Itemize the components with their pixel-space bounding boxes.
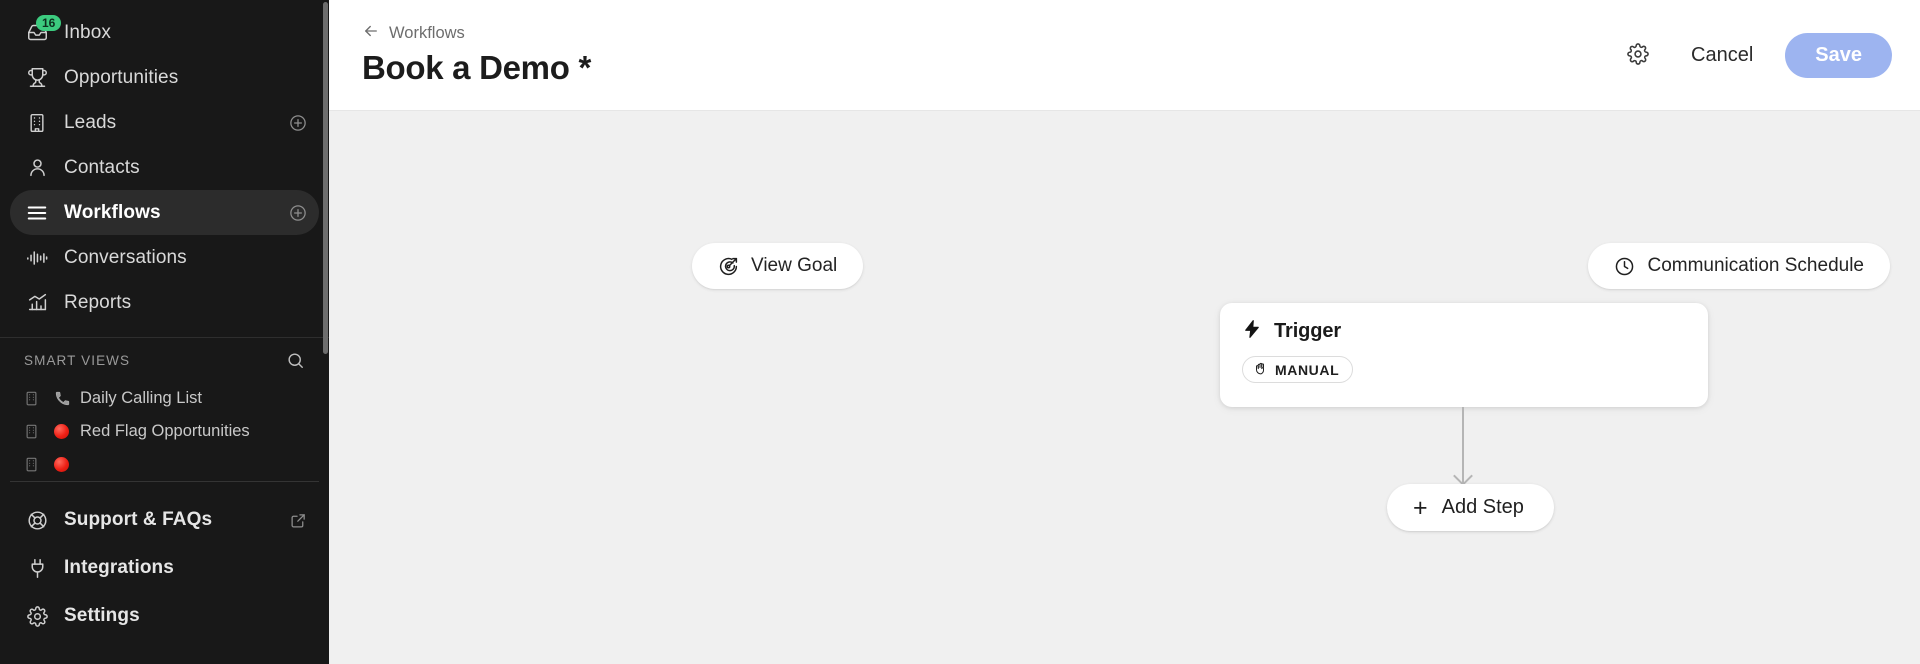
person-icon: [24, 155, 50, 181]
trigger-header: Trigger: [1242, 319, 1686, 344]
sidebar-secondary-nav: Support & FAQs Integrations Settings: [0, 482, 329, 640]
plug-icon: [24, 555, 50, 581]
save-button[interactable]: Save: [1785, 32, 1892, 78]
sidebar-item-label: Integrations: [64, 557, 174, 578]
waveform-icon: [24, 245, 50, 271]
bar-chart-icon: [24, 290, 50, 316]
gear-icon: [24, 603, 50, 629]
list-item[interactable]: [10, 448, 319, 481]
lifebuoy-icon: [24, 507, 50, 533]
building-icon: [24, 457, 42, 472]
sidebar-item-settings[interactable]: Settings: [10, 592, 319, 640]
sidebar-item-conversations[interactable]: Conversations: [10, 235, 319, 280]
settings-button[interactable]: [1617, 34, 1659, 76]
sidebar-item-opportunities[interactable]: Opportunities: [10, 55, 319, 100]
external-link-icon[interactable]: [290, 512, 307, 529]
plus-icon: +: [1413, 493, 1428, 522]
sidebar-item-workflows[interactable]: Workflows: [10, 190, 319, 235]
trigger-type-badge: MANUAL: [1242, 356, 1354, 383]
smart-views-header: SMART VIEWS: [10, 338, 319, 382]
telephone-emoji: [54, 390, 80, 407]
sidebar-item-label: Conversations: [64, 246, 187, 268]
workflow-canvas: View Goal Communication Schedule Trigger…: [329, 111, 1920, 664]
clock-icon: [1614, 256, 1635, 277]
sidebar-item-leads[interactable]: Leads: [10, 100, 319, 145]
sidebar-item-label: Reports: [64, 291, 132, 313]
list-item[interactable]: Daily Calling List: [10, 382, 319, 415]
page-header: Workflows Book a Demo * Cancel Save: [329, 0, 1920, 111]
communication-schedule-button[interactable]: Communication Schedule: [1588, 243, 1890, 289]
gear-icon: [1627, 42, 1649, 68]
smart-views-list: Daily Calling List Red Flag Opportunitie…: [10, 382, 319, 481]
sidebar-item-label: Opportunities: [64, 66, 179, 88]
building-icon: [24, 391, 42, 406]
cancel-button[interactable]: Cancel: [1669, 34, 1775, 77]
smart-views-title: SMART VIEWS: [24, 352, 131, 368]
view-goal-button[interactable]: View Goal: [692, 243, 864, 289]
sidebar-item-label: Workflows: [64, 201, 161, 223]
breadcrumb[interactable]: Workflows: [362, 22, 591, 45]
search-icon[interactable]: [286, 351, 305, 370]
list-item[interactable]: Red Flag Opportunities: [10, 415, 319, 448]
communication-schedule-label: Communication Schedule: [1647, 255, 1864, 276]
inbox-badge: 16: [36, 14, 62, 31]
arrow-left-icon: [362, 22, 380, 45]
red-circle-emoji: [54, 424, 80, 439]
sidebar-item-label: Contacts: [64, 156, 140, 178]
sidebar-item-label: Settings: [64, 605, 140, 626]
main-area: Workflows Book a Demo * Cancel Save View…: [329, 0, 1920, 664]
hand-icon: [1253, 361, 1267, 378]
smart-views-section: SMART VIEWS Daily Calling List Red Flag …: [0, 338, 329, 481]
building-icon: [24, 110, 50, 136]
sidebar-primary-nav: 16 Inbox Opportunities Leads Contacts Wo…: [0, 0, 329, 325]
page-title: Book a Demo *: [362, 49, 591, 86]
list-item-label: Daily Calling List: [80, 389, 202, 407]
header-actions: Cancel Save: [1617, 32, 1892, 78]
list-item-label: Red Flag Opportunities: [80, 422, 250, 440]
lightning-bolt-icon: [1242, 319, 1262, 344]
sidebar-item-label: Leads: [64, 111, 117, 133]
add-step-button[interactable]: + Add Step: [1387, 484, 1554, 531]
connector-arrowhead-icon: [1453, 466, 1473, 486]
app-root: 16 Inbox Opportunities Leads Contacts Wo…: [0, 0, 1920, 664]
add-lead-icon[interactable]: [289, 114, 307, 132]
sidebar-divider-bottom: [10, 481, 319, 482]
trigger-node-card[interactable]: Trigger MANUAL: [1220, 303, 1708, 407]
building-icon: [24, 424, 42, 439]
trigger-type-label: MANUAL: [1275, 361, 1340, 378]
header-left: Workflows Book a Demo *: [362, 22, 591, 88]
trigger-title: Trigger: [1274, 320, 1342, 342]
goal-target-icon: [718, 256, 739, 277]
red-circle-emoji: [54, 457, 80, 472]
sidebar-scrollbar-thumb[interactable]: [323, 2, 328, 354]
sidebar-item-inbox[interactable]: 16 Inbox: [10, 10, 319, 55]
sidebar-item-label: Inbox: [64, 21, 111, 43]
add-step-label: Add Step: [1441, 496, 1524, 518]
sidebar-item-reports[interactable]: Reports: [10, 280, 319, 325]
view-goal-label: View Goal: [751, 255, 838, 276]
sidebar-item-contacts[interactable]: Contacts: [10, 145, 319, 190]
trophy-icon: [24, 65, 50, 91]
breadcrumb-label: Workflows: [389, 24, 465, 42]
sidebar-item-label: Support & FAQs: [64, 509, 213, 530]
add-workflow-icon[interactable]: [289, 204, 307, 222]
sidebar-item-support-faqs[interactable]: Support & FAQs: [10, 496, 319, 544]
sidebar: 16 Inbox Opportunities Leads Contacts Wo…: [0, 0, 329, 664]
hamburger-icon: [24, 200, 50, 226]
sidebar-item-integrations[interactable]: Integrations: [10, 544, 319, 592]
inbox-icon: 16: [24, 14, 62, 46]
